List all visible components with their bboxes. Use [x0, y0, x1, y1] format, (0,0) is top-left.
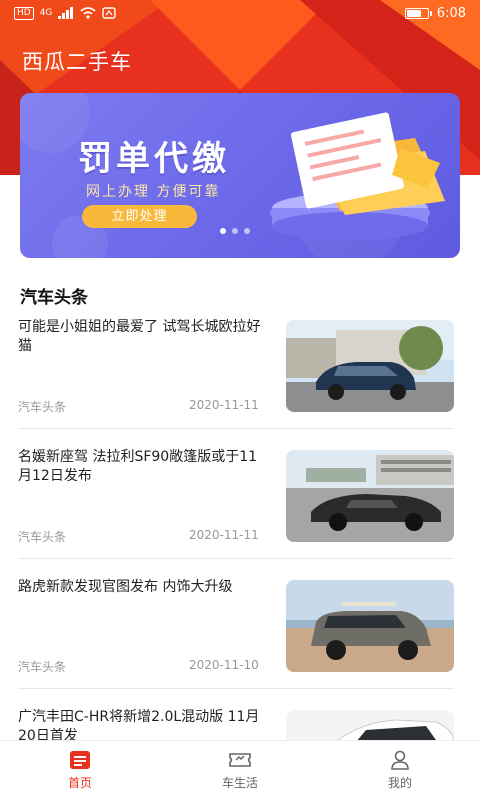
status-time: 6:08 — [436, 5, 466, 21]
wifi-icon — [80, 7, 96, 19]
news-date: 2020-11-10 — [189, 658, 259, 672]
battery-icon — [404, 7, 432, 19]
bottom-navigation: 首页 车生活 我的 — [0, 740, 480, 800]
hd-icon: HD — [14, 6, 34, 20]
section-title: 汽车头条 — [20, 288, 88, 308]
camouflaged-sports-car-photo — [286, 450, 454, 542]
divider — [18, 688, 454, 689]
news-date: 2020-11-11 — [189, 528, 259, 542]
banner-subtitle: 网上办理 方便可靠 — [86, 184, 221, 200]
nfc-icon — [102, 7, 117, 19]
nav-tab-label: 车生活 — [221, 776, 258, 790]
news-source: 汽车头条 — [18, 400, 67, 414]
news-title: 路虎新款发现官图发布 内饰大升级 — [18, 579, 233, 595]
nav-tab-car-life[interactable]: 车生活 — [160, 741, 320, 800]
banner-title: 罚单代缴 — [78, 139, 230, 179]
news-thumbnail[interactable] — [286, 320, 454, 412]
nav-tab-mine[interactable]: 我的 — [320, 741, 480, 800]
news-item[interactable]: 路虎新款发现官图发布 内饰大升级 汽车头条 2020-11-10 — [18, 578, 460, 688]
nav-tab-label: 我的 — [387, 776, 412, 790]
news-source: 汽车头条 — [18, 530, 67, 544]
banner-action-button[interactable]: 立即处理 — [82, 205, 197, 228]
banner-pagination — [220, 228, 250, 234]
nav-tab-home[interactable]: 首页 — [0, 741, 160, 800]
status-bar: HD 4G 6:08 — [0, 0, 480, 26]
news-item[interactable]: 可能是小姐姐的最爱了 试驾长城欧拉好猫 汽车头条 2020-11-11 — [18, 318, 460, 428]
home-list-icon — [70, 751, 90, 769]
news-title: 可能是小姐姐的最爱了 试驾长城欧拉好猫 — [18, 319, 261, 354]
grey-suv-beach-photo — [286, 580, 454, 672]
divider — [18, 558, 454, 559]
nav-tab-label: 首页 — [67, 776, 92, 790]
news-title: 名媛新座驾 法拉利SF90敞篷版或于11月12日发布 — [18, 449, 258, 484]
divider — [18, 428, 454, 429]
news-thumbnail[interactable] — [286, 450, 454, 542]
news-date: 2020-11-11 — [189, 398, 259, 412]
promo-banner[interactable]: 罚单代缴 网上办理 方便可靠 立即处理 — [20, 93, 460, 258]
pagination-dot[interactable] — [244, 228, 250, 234]
news-item[interactable]: 名媛新座驾 法拉利SF90敞篷版或于11月12日发布 汽车头条 2020-11-… — [18, 448, 460, 558]
app-title: 西瓜二手车 — [22, 50, 132, 74]
network-type-label: 4G — [39, 8, 53, 18]
user-icon — [391, 750, 409, 770]
news-thumbnail[interactable] — [286, 580, 454, 672]
signal-icon — [58, 7, 74, 19]
car-ticket-icon — [229, 753, 251, 767]
dark-blue-hatchback-photo — [286, 320, 454, 412]
pagination-dot[interactable] — [232, 228, 238, 234]
pagination-dot[interactable] — [220, 228, 226, 234]
news-source: 汽车头条 — [18, 660, 67, 674]
